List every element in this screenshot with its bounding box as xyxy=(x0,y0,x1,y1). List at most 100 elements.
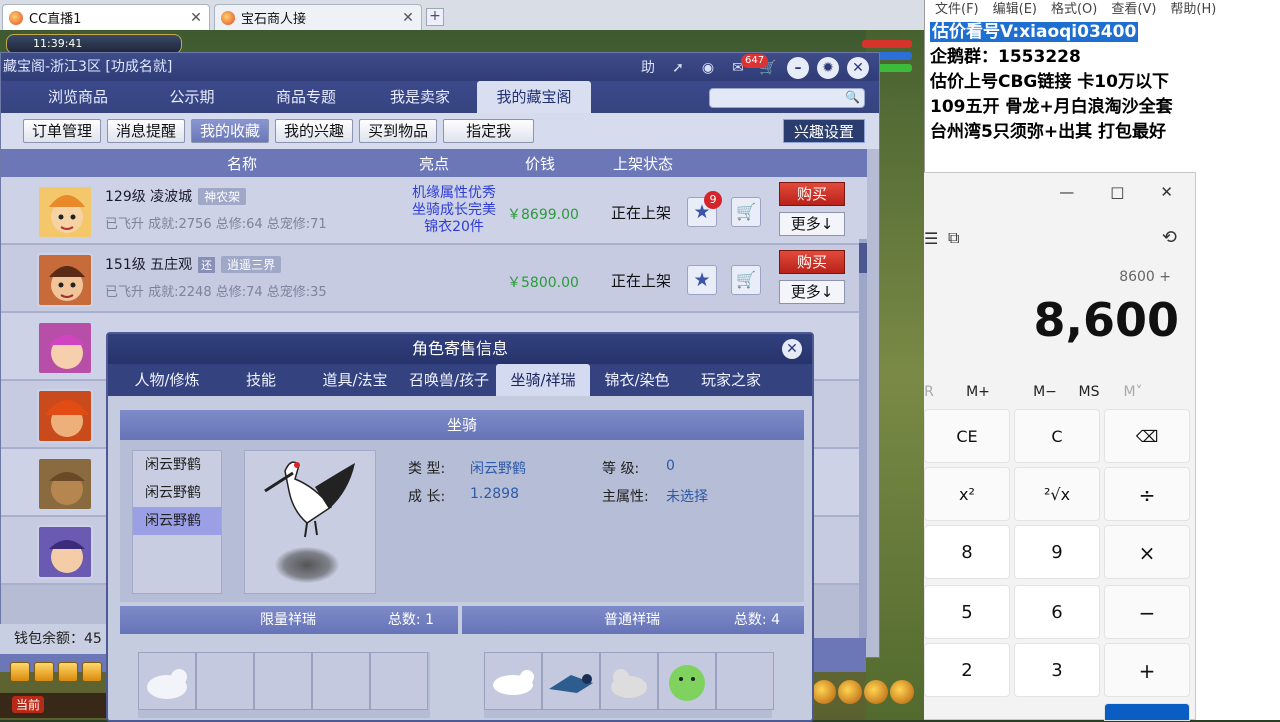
smile-icon[interactable] xyxy=(838,680,862,704)
cart-icon[interactable]: 🛒 xyxy=(731,197,761,227)
tab-home[interactable]: 玩家之家 xyxy=(684,364,778,396)
bag-icon[interactable] xyxy=(812,680,836,704)
browser-tab-gem[interactable]: 宝石商人接 ✕ xyxy=(214,4,422,30)
digit-5-button[interactable]: 5 xyxy=(924,585,1010,639)
browser-tab-cc[interactable]: CC直播1 ✕ xyxy=(2,4,210,30)
star-icon[interactable]: ★ xyxy=(687,265,717,295)
buy-button[interactable]: 购买 xyxy=(779,250,845,274)
tab-browse[interactable]: 浏览商品 xyxy=(21,81,135,113)
system-icon[interactable] xyxy=(890,680,914,704)
clear-entry-button[interactable]: CE xyxy=(924,409,1010,463)
share-icon[interactable]: ➚ xyxy=(667,58,689,78)
list-item[interactable]: 闲云野鹤 xyxy=(133,451,221,479)
my-favorites-button[interactable]: 我的收藏 xyxy=(191,119,270,143)
digit-2-button[interactable]: 2 xyxy=(924,643,1010,697)
auspicious-slot[interactable] xyxy=(484,652,542,710)
equals-button[interactable] xyxy=(1104,703,1190,721)
bought-items-button[interactable]: 买到物品 xyxy=(359,119,438,143)
new-tab-button[interactable]: + xyxy=(426,8,444,26)
tab-public[interactable]: 公示期 xyxy=(135,81,249,113)
more-button[interactable]: 更多↓ xyxy=(779,212,845,236)
menu-format[interactable]: 格式(O) xyxy=(1051,0,1097,20)
backspace-icon[interactable]: ⌫ xyxy=(1104,409,1190,463)
notepad-text[interactable]: 估价看号V:xiaoqi03400 企鹅群：1553228 估价上号CBG链接 … xyxy=(925,20,1280,145)
auspicious-slot[interactable] xyxy=(254,652,312,710)
message-remind-button[interactable]: 消息提醒 xyxy=(107,119,186,143)
tab-topics[interactable]: 商品专题 xyxy=(249,81,363,113)
digit-8-button[interactable]: 8 xyxy=(924,525,1010,579)
menu-file[interactable]: 文件(F) xyxy=(935,0,979,20)
my-interest-button[interactable]: 我的兴趣 xyxy=(275,119,354,143)
multiply-button[interactable]: × xyxy=(1104,525,1190,579)
listing-scrollbar[interactable] xyxy=(859,239,867,639)
search-icon[interactable]: 🔍 xyxy=(845,90,860,104)
add-button[interactable]: + xyxy=(1104,643,1190,697)
digit-6-button[interactable]: 6 xyxy=(1014,585,1100,639)
minimize-button[interactable]: – xyxy=(787,57,809,79)
digit-9-button[interactable]: 9 xyxy=(1014,525,1100,579)
memory-store-button[interactable]: MS xyxy=(1068,377,1110,407)
keep-on-top-icon[interactable]: ⧉ xyxy=(948,228,959,248)
square-button[interactable]: x² xyxy=(924,467,1010,521)
listing-highlights[interactable]: 机缘属性优秀 坐骑成长完美 锦衣20件 xyxy=(386,185,522,236)
subtract-button[interactable]: − xyxy=(1104,585,1190,639)
scroll-thumb[interactable] xyxy=(859,243,867,273)
tab-mounts[interactable]: 坐骑/祥瑞 xyxy=(496,364,590,396)
close-icon[interactable]: ✕ xyxy=(189,10,203,26)
buy-button[interactable]: 购买 xyxy=(779,182,845,206)
auspicious-slot[interactable] xyxy=(370,652,428,710)
left-arrow-icon[interactable] xyxy=(10,662,30,682)
message-icon[interactable]: ✉ 647 xyxy=(727,54,769,78)
close-icon[interactable]: ✕ xyxy=(782,339,802,359)
tab-items[interactable]: 道具/法宝 xyxy=(308,364,402,396)
memory-recall-button[interactable]: R xyxy=(924,377,934,407)
divide-button[interactable]: ÷ xyxy=(1104,467,1190,521)
list-item[interactable]: 闲云野鹤 xyxy=(133,507,221,535)
gear-icon[interactable]: ✹ xyxy=(817,57,839,79)
list-item[interactable]: 闲云野鹤 xyxy=(133,479,221,507)
auspicious-slot[interactable] xyxy=(542,652,600,710)
more-button[interactable]: 更多↓ xyxy=(779,280,845,304)
maximize-button[interactable]: □ xyxy=(1110,183,1124,201)
history-icon[interactable]: ⟲ xyxy=(1162,227,1177,248)
order-manage-button[interactable]: 订单管理 xyxy=(23,119,102,143)
digit-3-button[interactable]: 3 xyxy=(1014,643,1100,697)
tab-outfits[interactable]: 锦衣/染色 xyxy=(590,364,684,396)
stop-icon[interactable]: ◉ xyxy=(697,58,719,78)
menu-view[interactable]: 查看(V) xyxy=(1111,0,1156,20)
tab-character[interactable]: 人物/修炼 xyxy=(120,364,214,396)
auspicious-slot[interactable] xyxy=(658,652,716,710)
up-arrow-icon[interactable] xyxy=(34,662,54,682)
assigned-me-button[interactable]: 指定我 xyxy=(443,119,535,143)
menu-edit[interactable]: 编辑(E) xyxy=(993,0,1037,20)
clear-button[interactable]: C xyxy=(1014,409,1100,463)
auspicious-slot[interactable] xyxy=(600,652,658,710)
auspicious-slot[interactable] xyxy=(196,652,254,710)
close-button[interactable]: ✕ xyxy=(847,57,869,79)
current-channel-tag[interactable]: 当前 xyxy=(12,696,45,713)
auspicious-slot[interactable] xyxy=(138,652,196,710)
interest-settings-button[interactable]: 兴趣设置 xyxy=(782,119,865,143)
auspicious-slot[interactable] xyxy=(716,652,774,710)
down-arrow-icon[interactable] xyxy=(58,662,78,682)
sqrt-button[interactable]: ²√x xyxy=(1014,467,1100,521)
close-button[interactable]: ✕ xyxy=(1160,183,1173,201)
tab-my-cbg[interactable]: 我的藏宝阁 xyxy=(477,81,591,113)
menu-help[interactable]: 帮助(H) xyxy=(1170,0,1216,20)
cart-icon[interactable]: 🛒 xyxy=(731,265,761,295)
tab-skills[interactable]: 技能 xyxy=(214,364,308,396)
minimize-button[interactable]: — xyxy=(1059,183,1074,201)
memory-subtract-button[interactable]: M− xyxy=(1022,377,1068,407)
close-icon[interactable]: ✕ xyxy=(401,10,415,26)
tab-seller[interactable]: 我是卖家 xyxy=(363,81,477,113)
search-input[interactable]: 🔍 xyxy=(709,88,865,108)
right-arrow-icon[interactable] xyxy=(82,662,102,682)
auspicious-slot[interactable] xyxy=(312,652,370,710)
memory-list-button[interactable]: M˅ xyxy=(1110,377,1156,407)
hamburger-icon[interactable]: ☰ xyxy=(924,229,938,248)
tab-pets[interactable]: 召唤兽/孩子 xyxy=(402,364,496,396)
table-row[interactable]: 151级 五庄观还逍遥三界 已飞升 成就:2248 总修:74 总宠修:35 ￥… xyxy=(1,245,867,313)
team-icon[interactable] xyxy=(864,680,888,704)
help-button[interactable]: 助 xyxy=(637,58,659,78)
memory-add-button[interactable]: M+ xyxy=(934,377,1022,407)
